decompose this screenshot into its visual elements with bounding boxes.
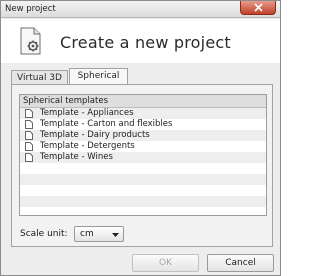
templates-list[interactable]: Spherical templates Template - Appliance…	[19, 94, 267, 216]
new-project-icon	[20, 27, 41, 55]
window-title: New project	[5, 4, 56, 14]
tab-spherical[interactable]: Spherical	[69, 68, 128, 85]
scale-unit-select[interactable]: cm	[74, 226, 124, 242]
list-item-label: Template - Wines	[40, 152, 113, 162]
empty-row	[20, 163, 266, 174]
list-item-label: Template - Dairy products	[40, 130, 150, 140]
tab-virtual-3d[interactable]: Virtual 3D	[11, 70, 68, 85]
empty-row	[20, 207, 266, 215]
file-icon	[25, 153, 33, 162]
file-icon	[25, 109, 33, 118]
list-item[interactable]: Template - Appliances	[20, 108, 266, 119]
list-item[interactable]: Template - Detergents	[20, 141, 266, 152]
close-icon	[254, 3, 263, 12]
empty-row	[20, 174, 266, 185]
title-bar[interactable]: New project	[1, 1, 280, 18]
list-item[interactable]: Template - Carton and flexibles	[20, 119, 266, 130]
list-item-label: Template - Carton and flexibles	[40, 119, 173, 129]
cancel-button[interactable]: Cancel	[207, 254, 274, 272]
list-item-label: Template - Detergents	[40, 141, 135, 151]
scale-unit-label: Scale unit:	[20, 229, 68, 239]
new-project-dialog: New project Create a new project Virtual…	[0, 0, 281, 276]
scale-unit-value: cm	[80, 229, 94, 239]
dialog-heading: Create a new project	[60, 33, 231, 52]
dropdown-arrow-icon	[112, 233, 119, 237]
list-item-label: Template - Appliances	[40, 108, 134, 118]
file-icon	[25, 120, 33, 129]
tab-panel: Spherical templates Template - Appliance…	[11, 84, 273, 247]
list-item[interactable]: Template - Dairy products	[20, 130, 266, 141]
list-item[interactable]: Template - Wines	[20, 152, 266, 163]
file-icon	[25, 131, 33, 140]
empty-row	[20, 196, 266, 207]
dialog-header: Create a new project	[1, 19, 280, 63]
file-icon	[25, 142, 33, 151]
templates-rows: Template - Appliances Template - Carton …	[20, 108, 266, 215]
empty-row	[20, 185, 266, 196]
close-button[interactable]	[240, 1, 276, 15]
ok-button[interactable]: OK	[132, 254, 199, 272]
templates-list-header: Spherical templates	[20, 95, 266, 108]
